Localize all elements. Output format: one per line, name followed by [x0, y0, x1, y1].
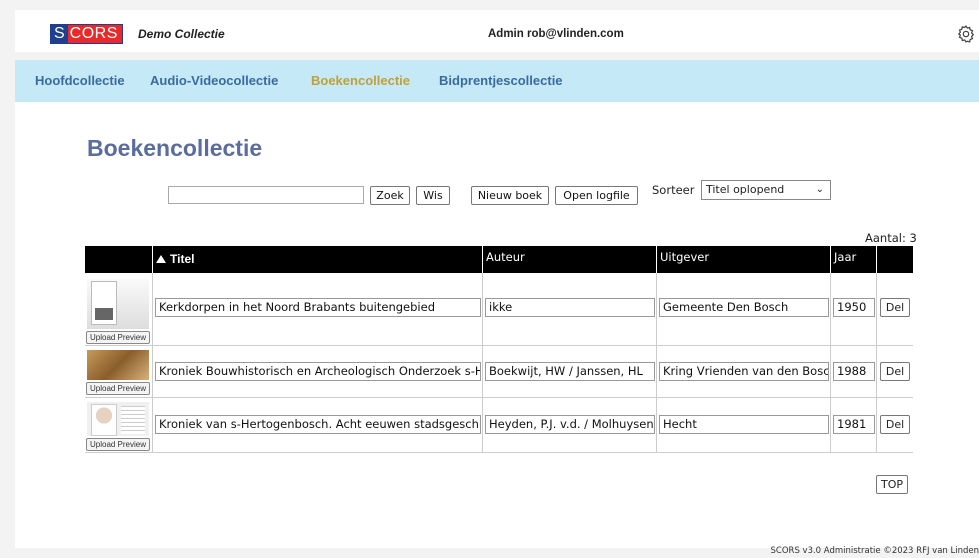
top-button[interactable]: TOP [876, 475, 908, 494]
footer-copyright: SCORS v3.0 Administratie ©2023 RFJ van L… [770, 546, 979, 556]
table-row: Upload Preview Kroniek Bouwhistorisch en… [85, 346, 913, 398]
auteur-field[interactable]: Heyden, P.J. v.d. / Molhuysen [485, 415, 655, 434]
th-titel-label: Titel [170, 252, 195, 266]
main-content: Boekencollectie Zoek Wis Nieuw boek Open… [15, 102, 979, 548]
table-row: Upload Preview Kerkdorpen in het Noord B… [85, 273, 913, 346]
jaar-field[interactable]: 1981 [833, 415, 875, 434]
zoek-button[interactable]: Zoek [370, 186, 410, 205]
nav-hoofdcollectie[interactable]: Hoofdcollectie [35, 73, 125, 88]
th-jaar[interactable]: Jaar [831, 246, 877, 273]
th-preview [85, 246, 153, 273]
th-uitgever[interactable]: Uitgever [657, 246, 831, 273]
wis-button[interactable]: Wis [416, 186, 450, 205]
header-bar: S CORS Demo Collectie Admin rob@vlinden.… [15, 10, 979, 52]
page: S CORS Demo Collectie Admin rob@vlinden.… [0, 0, 979, 558]
titel-field[interactable]: Kroniek van s-Hertogenbosch. Acht eeuwen… [155, 415, 481, 434]
book-thumbnail[interactable] [87, 402, 149, 436]
logo-s: S [51, 25, 68, 43]
chevron-down-icon: ⌄ [815, 184, 824, 195]
sort-label: Sorteer [652, 183, 695, 197]
delete-button[interactable]: Del [880, 362, 910, 381]
sort-selected-value: Titel oplopend [706, 183, 785, 196]
admin-user: Admin rob@vlinden.com [488, 28, 624, 40]
book-thumbnail[interactable] [87, 350, 149, 380]
logo-cors: CORS [67, 25, 122, 43]
jaar-field[interactable]: 1988 [833, 362, 875, 381]
upload-preview-button[interactable]: Upload Preview [86, 331, 150, 344]
titel-field[interactable]: Kerkdorpen in het Noord Brabants buiteng… [155, 298, 481, 317]
th-titel[interactable]: Titel [153, 246, 483, 273]
nieuw-boek-button[interactable]: Nieuw boek [471, 186, 549, 205]
search-input[interactable] [168, 186, 364, 204]
gear-icon[interactable] [956, 24, 976, 44]
table-header: Titel Auteur Uitgever Jaar [85, 246, 913, 273]
th-actions [877, 246, 913, 273]
preview-cell: Upload Preview [85, 398, 153, 452]
nav-audio-videocollectie[interactable]: Audio-Videocollectie [150, 73, 278, 88]
book-thumbnail[interactable] [87, 279, 149, 329]
nav-bidprentjescollectie[interactable]: Bidprentjescollectie [439, 73, 563, 88]
delete-button[interactable]: Del [880, 298, 910, 317]
preview-cell: Upload Preview [85, 273, 153, 345]
sort-asc-icon [156, 255, 166, 263]
upload-preview-button[interactable]: Upload Preview [86, 438, 150, 451]
preview-cell: Upload Preview [85, 346, 153, 397]
upload-preview-button[interactable]: Upload Preview [86, 382, 150, 395]
result-count: Aantal: 3 [865, 231, 917, 245]
sort-select[interactable]: Titel oplopend ⌄ [701, 180, 831, 200]
delete-button[interactable]: Del [880, 415, 910, 434]
table-row: Upload Preview Kroniek van s-Hertogenbos… [85, 398, 913, 453]
th-auteur[interactable]: Auteur [483, 246, 657, 273]
app-name: Demo Collectie [138, 27, 225, 41]
nav-boekencollectie[interactable]: Boekencollectie [311, 73, 410, 88]
jaar-field[interactable]: 1950 [833, 298, 875, 317]
uitgever-field[interactable]: Gemeente Den Bosch [659, 298, 829, 317]
collection-nav: Hoofdcollectie Audio-Videocollectie Boek… [15, 60, 979, 102]
auteur-field[interactable]: ikke [485, 298, 655, 317]
uitgever-field[interactable]: Hecht [659, 415, 829, 434]
auteur-field[interactable]: Boekwijt, HW / Janssen, HL [485, 362, 655, 381]
open-logfile-button[interactable]: Open logfile [555, 186, 638, 205]
uitgever-field[interactable]: Kring Vrienden van den Bosch [659, 362, 829, 381]
scors-logo[interactable]: S CORS [50, 24, 123, 44]
titel-field[interactable]: Kroniek Bouwhistorisch en Archeologisch … [155, 362, 481, 381]
page-title: Boekencollectie [87, 135, 263, 161]
